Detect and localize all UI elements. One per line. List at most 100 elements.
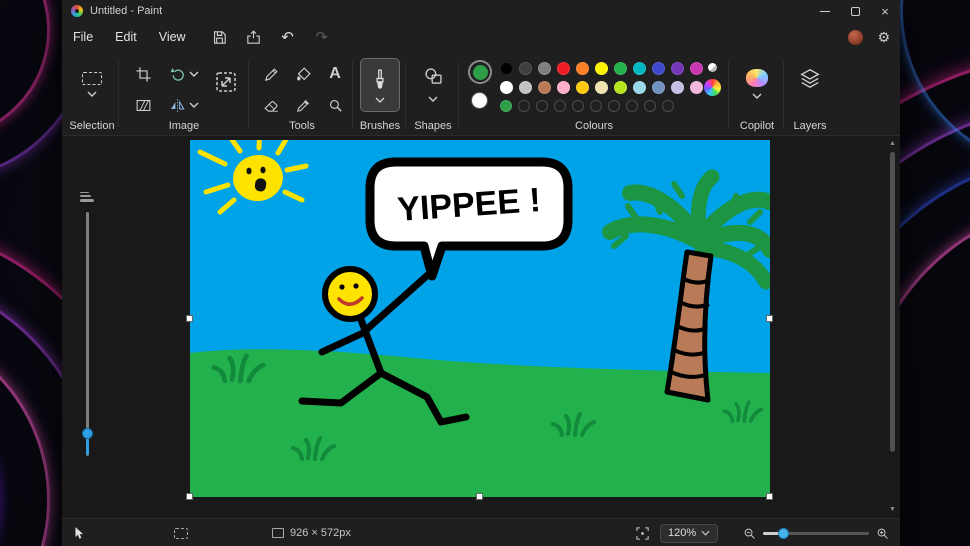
menu-view[interactable]: View <box>148 26 197 48</box>
palette-swatch[interactable] <box>633 81 646 94</box>
brush-size-slider[interactable] <box>78 190 96 472</box>
shapes-icon <box>423 66 444 87</box>
palette-swatch[interactable] <box>500 62 513 75</box>
close-button[interactable]: × <box>870 0 900 22</box>
copilot-icon <box>746 69 768 87</box>
texture-button[interactable] <box>130 92 156 118</box>
palette-swatch[interactable] <box>662 100 674 112</box>
palette-swatch[interactable] <box>572 100 584 112</box>
vertical-scrollbar[interactable]: ▲ ▼ <box>887 138 898 516</box>
scrollbar-thumb[interactable] <box>890 152 895 452</box>
slider-fill <box>86 439 89 455</box>
palette-swatch[interactable] <box>519 62 532 75</box>
palette-swatch[interactable] <box>500 100 512 112</box>
minimize-button[interactable] <box>810 0 840 22</box>
fit-to-screen-button[interactable] <box>635 526 650 541</box>
palette-swatch[interactable] <box>626 100 638 112</box>
scroll-down-icon[interactable]: ▼ <box>887 506 898 514</box>
shapes-button[interactable] <box>419 62 447 90</box>
zoom-slider-thumb[interactable] <box>778 528 789 539</box>
palette-row-2 <box>500 81 703 94</box>
slider-track[interactable] <box>86 212 89 456</box>
palette-swatch[interactable] <box>652 62 665 75</box>
eyedropper-tool-button[interactable] <box>290 92 316 118</box>
palette-swatch[interactable] <box>538 81 551 94</box>
share-button[interactable] <box>245 28 263 46</box>
palette-swatch[interactable] <box>633 62 646 75</box>
maximize-icon <box>851 7 860 16</box>
pencil-tool-button[interactable] <box>258 61 284 87</box>
canvas-handle-bottom-left[interactable] <box>186 493 193 500</box>
layers-button[interactable] <box>796 64 824 92</box>
colour1-swatch[interactable] <box>468 60 492 84</box>
palette-swatch[interactable] <box>500 81 513 94</box>
palette-swatch[interactable] <box>690 62 703 75</box>
zoom-out-button[interactable] <box>742 526 757 541</box>
canvas-workspace: YIPPEE ! <box>62 136 900 518</box>
canvas-handle-bottom-right[interactable] <box>766 493 773 500</box>
selection-tool-button[interactable] <box>72 60 112 108</box>
canvas-handle-right[interactable] <box>766 315 773 322</box>
rotate-button[interactable] <box>166 61 202 87</box>
palette-swatch[interactable] <box>557 62 570 75</box>
text-tool-button[interactable]: A <box>322 61 348 87</box>
group-label-selection: Selection <box>66 120 118 132</box>
scroll-up-icon[interactable]: ▲ <box>887 140 898 148</box>
redo-icon: ↷ <box>315 30 328 45</box>
palette-swatch[interactable] <box>671 62 684 75</box>
canvas-handle-bottom[interactable] <box>476 493 483 500</box>
palette-swatch[interactable] <box>644 100 656 112</box>
copilot-button[interactable] <box>740 62 774 106</box>
palette-swatch[interactable] <box>576 81 589 94</box>
add-colour-button[interactable] <box>708 63 717 72</box>
account-avatar[interactable] <box>848 30 863 45</box>
undo-button[interactable]: ↶ <box>279 28 297 46</box>
zoom-out-icon <box>742 526 757 541</box>
palette-swatch[interactable] <box>614 62 627 75</box>
shapes-dropdown[interactable] <box>428 96 438 102</box>
texture-icon <box>135 97 152 114</box>
desktop: Untitled - Paint × File Edit View ↶ ↷ <box>0 0 970 546</box>
resize-icon <box>214 70 238 94</box>
crop-button[interactable] <box>130 61 156 87</box>
palette-swatch[interactable] <box>538 62 551 75</box>
zoom-slider[interactable] <box>763 527 869 539</box>
palette-swatch[interactable] <box>671 81 684 94</box>
palette-swatch[interactable] <box>690 81 703 94</box>
colour2-swatch[interactable] <box>471 92 488 109</box>
edit-colours-button[interactable] <box>704 79 721 96</box>
palette-swatch[interactable] <box>536 100 548 112</box>
group-label-image: Image <box>122 120 246 132</box>
palette-swatch[interactable] <box>595 81 608 94</box>
fill-tool-button[interactable] <box>290 61 316 87</box>
maximize-button[interactable] <box>840 0 870 22</box>
flip-button[interactable] <box>166 92 202 118</box>
drawing-canvas[interactable]: YIPPEE ! <box>190 140 770 497</box>
brushes-button[interactable] <box>360 58 400 112</box>
palette-swatch[interactable] <box>652 81 665 94</box>
palette-swatch[interactable] <box>590 100 602 112</box>
palette-swatch[interactable] <box>557 81 570 94</box>
palette-swatch[interactable] <box>518 100 530 112</box>
canvas-handle-left[interactable] <box>186 315 193 322</box>
zoom-in-button[interactable] <box>875 526 890 541</box>
magnifier-tool-button[interactable] <box>322 92 348 118</box>
resize-button[interactable] <box>210 66 242 98</box>
palette-swatch[interactable] <box>614 81 627 94</box>
group-label-shapes: Shapes <box>408 120 458 132</box>
settings-gear-icon[interactable]: ⚙ <box>877 30 890 44</box>
save-button[interactable] <box>211 28 229 46</box>
zoom-dropdown[interactable]: 120% <box>660 524 718 543</box>
eraser-tool-button[interactable] <box>258 92 284 118</box>
palette-swatch[interactable] <box>595 62 608 75</box>
palette-swatch[interactable] <box>554 100 566 112</box>
slider-thumb[interactable] <box>82 428 93 439</box>
palette-swatch[interactable] <box>519 81 532 94</box>
menu-edit[interactable]: Edit <box>104 26 148 48</box>
redo-button[interactable]: ↷ <box>313 28 331 46</box>
canvas-size-indicator: 926 × 572px <box>272 519 351 546</box>
palette-swatch[interactable] <box>576 62 589 75</box>
menu-file[interactable]: File <box>62 26 104 48</box>
palette-swatch[interactable] <box>608 100 620 112</box>
group-brushes: Brushes <box>355 52 405 136</box>
